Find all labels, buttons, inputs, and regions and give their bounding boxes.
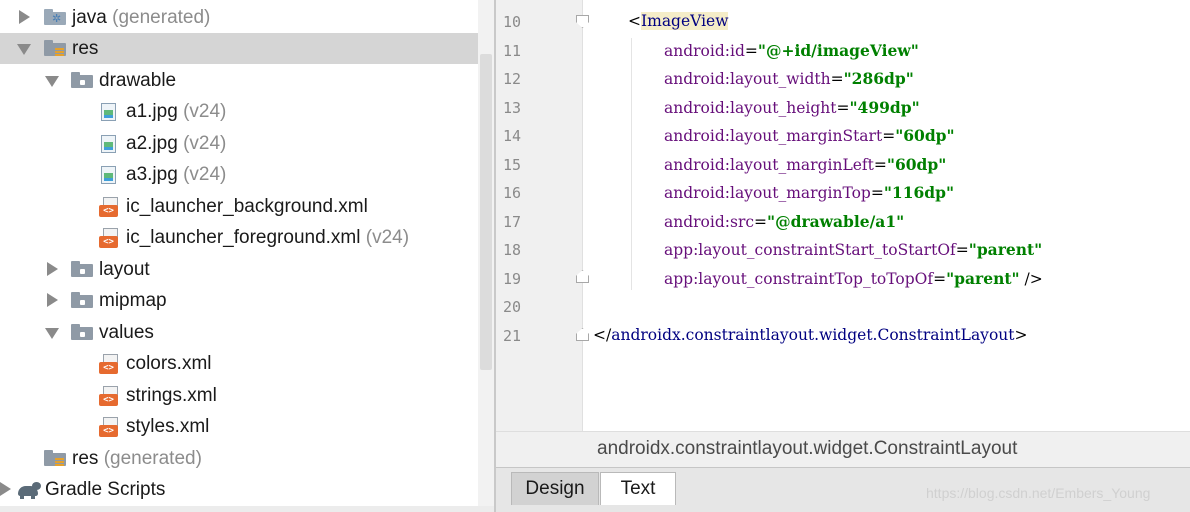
- tree-item-label: values: [99, 322, 154, 343]
- tree-item-label: ic_launcher_background.xml: [126, 196, 368, 217]
- image-file-icon: [101, 135, 116, 153]
- code-line-14[interactable]: android:layout_marginStart="60dp": [664, 126, 955, 145]
- tree-item-a3-jpg[interactable]: a3.jpg (v24): [0, 159, 478, 190]
- tree-scrollbar-thumb[interactable]: [480, 54, 492, 370]
- tree-item-suffix: (v24): [365, 227, 410, 248]
- tree-item-label: a1.jpg: [126, 101, 178, 122]
- image-file-icon: [101, 103, 116, 121]
- collapse-arrow-icon[interactable]: [45, 328, 59, 339]
- tab-text[interactable]: Text: [600, 472, 676, 505]
- xml-file-icon: <>: [99, 228, 118, 248]
- code-line-16[interactable]: android:layout_marginTop="116dp": [664, 183, 954, 202]
- tree-item-label: colors.xml: [126, 353, 212, 374]
- code-line-10[interactable]: <ImageView: [628, 12, 729, 30]
- collapse-arrow-icon[interactable]: [45, 76, 59, 87]
- xml-tag-name: androidx.constraintlayout.widget.Constra…: [611, 326, 1015, 344]
- line-number: 11: [503, 42, 522, 60]
- line-number: 13: [503, 99, 522, 117]
- tree-item-label: res: [72, 448, 99, 469]
- tree-item-suffix: (generated): [112, 7, 211, 28]
- tree-item-label: ic_launcher_foreground.xml: [126, 227, 361, 248]
- tree-item-mipmap[interactable]: mipmap: [0, 285, 478, 316]
- code-line-12[interactable]: android:layout_width="286dp": [664, 69, 914, 88]
- line-number: 17: [503, 213, 522, 231]
- folder-java-icon: ✲: [44, 9, 66, 25]
- xml-file-icon: <>: [99, 386, 118, 406]
- collapse-arrow-icon[interactable]: [17, 44, 31, 55]
- expand-arrow-icon[interactable]: [47, 262, 58, 276]
- expand-arrow-icon[interactable]: [19, 10, 30, 24]
- tree-item-drawable[interactable]: drawable: [0, 65, 478, 96]
- xml-file-icon: <>: [99, 417, 118, 437]
- tree-item-suffix: (generated): [103, 448, 202, 469]
- tree-item-strings-xml[interactable]: <> strings.xml: [0, 380, 478, 411]
- line-number: 10: [503, 13, 522, 31]
- tree-item-suffix: (v24): [183, 164, 227, 185]
- xml-tag-name: ImageView: [641, 12, 729, 30]
- tree-item-ic-launcher-foreground[interactable]: <> ic_launcher_foreground.xml (v24): [0, 222, 478, 253]
- tree-item-gradle-scripts[interactable]: Gradle Scripts: [0, 474, 478, 505]
- tree-bottom-edge: [0, 506, 494, 512]
- folder-res-icon: [44, 450, 66, 467]
- tree-item-label: Gradle Scripts: [45, 479, 166, 500]
- gutter-separator: [582, 0, 583, 431]
- gradle-icon: [16, 481, 42, 499]
- tree-item-ic-launcher-background[interactable]: <> ic_launcher_background.xml: [0, 191, 478, 222]
- tab-design[interactable]: Design: [511, 472, 599, 505]
- code-line-19[interactable]: app:layout_constraintTop_toTopOf="parent…: [664, 269, 1043, 288]
- tree-item-label: java: [72, 7, 107, 28]
- indent-guide: [631, 38, 632, 290]
- tree-item-res-generated[interactable]: res (generated): [0, 443, 478, 474]
- folder-icon: [71, 72, 93, 88]
- tree-item-label: styles.xml: [126, 416, 210, 437]
- tree-item-label: drawable: [99, 70, 177, 91]
- line-number: 16: [503, 184, 522, 202]
- code-line-18[interactable]: app:layout_constraintStart_toStartOf="pa…: [664, 240, 1042, 259]
- tree-item-values[interactable]: values: [0, 317, 478, 348]
- tree-item-a1-jpg[interactable]: a1.jpg (v24): [0, 96, 478, 127]
- expand-arrow-icon[interactable]: [47, 293, 58, 307]
- tree-item-label: mipmap: [99, 290, 167, 311]
- code-line-11[interactable]: android:id="@+id/imageView": [664, 41, 919, 60]
- line-number: 21: [503, 327, 522, 345]
- tree-item-res[interactable]: res: [0, 33, 478, 64]
- line-number: 18: [503, 241, 522, 259]
- tree-item-label: layout: [99, 259, 150, 280]
- code-line-15[interactable]: android:layout_marginLeft="60dp": [664, 155, 946, 174]
- tree-item-suffix: (v24): [183, 133, 227, 154]
- tree-item-a2-jpg[interactable]: a2.jpg (v24): [0, 128, 478, 159]
- tree-item-label: a2.jpg: [126, 133, 178, 154]
- folder-icon: [71, 261, 93, 277]
- tree-item-styles-xml[interactable]: <> styles.xml: [0, 411, 478, 442]
- tree-item-layout[interactable]: layout: [0, 254, 478, 285]
- folder-res-icon: [44, 40, 66, 57]
- xml-file-icon: <>: [99, 354, 118, 374]
- watermark: https://blog.csdn.net/Embers_Young: [926, 485, 1151, 501]
- line-number: 20: [503, 298, 522, 316]
- folder-icon: [71, 324, 93, 340]
- tree-item-label: a3.jpg: [126, 164, 178, 185]
- tree-item-colors-xml[interactable]: <> colors.xml: [0, 348, 478, 379]
- line-number: 15: [503, 156, 522, 174]
- code-line-17[interactable]: android:src="@drawable/a1": [664, 212, 904, 231]
- tree-item-label: res: [72, 38, 99, 59]
- image-file-icon: [101, 166, 116, 184]
- xml-file-icon: <>: [99, 197, 118, 217]
- tree-item-label: strings.xml: [126, 385, 217, 406]
- line-number: 14: [503, 127, 522, 145]
- tree-item-java-generated[interactable]: ✲ java (generated): [0, 2, 478, 33]
- folder-icon: [71, 292, 93, 308]
- line-number: 19: [503, 270, 522, 288]
- project-tree: ✲ java (generated) res drawable a1.jpg (…: [0, 0, 478, 506]
- expand-arrow-icon[interactable]: [0, 482, 11, 496]
- code-line-21[interactable]: </androidx.constraintlayout.widget.Const…: [593, 326, 1027, 344]
- code-line-13[interactable]: android:layout_height="499dp": [664, 98, 920, 117]
- line-number: 12: [503, 70, 522, 88]
- breadcrumb[interactable]: androidx.constraintlayout.widget.Constra…: [597, 438, 1017, 460]
- tree-item-suffix: (v24): [183, 101, 227, 122]
